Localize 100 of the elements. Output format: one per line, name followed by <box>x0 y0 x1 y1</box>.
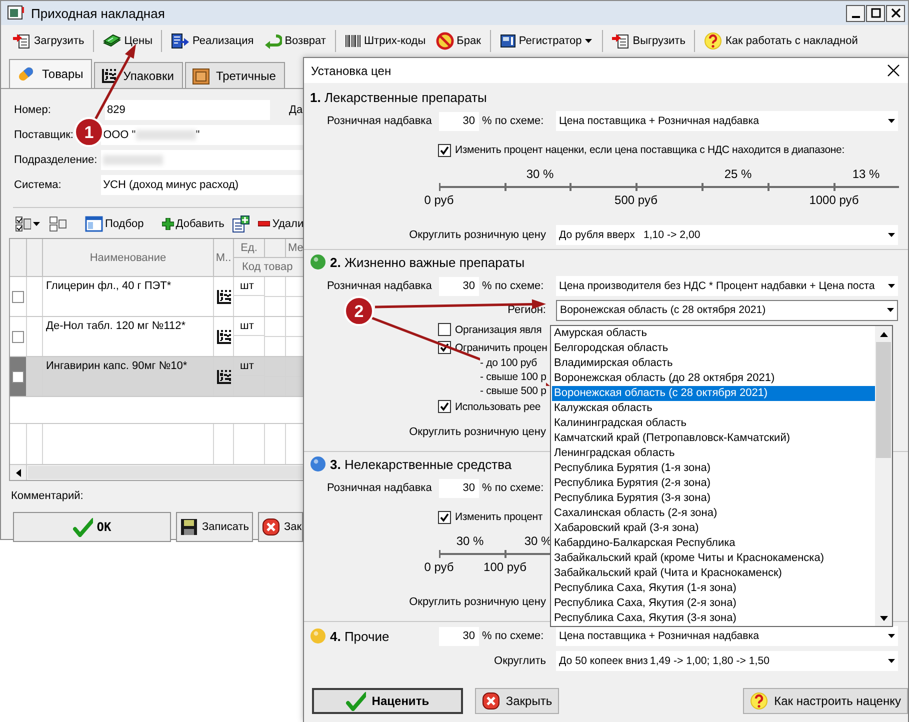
price-label: 100 руб <box>484 560 526 574</box>
list-item[interactable]: Калужская область <box>552 401 875 416</box>
toolbar-button[interactable]: Добавить <box>160 218 226 230</box>
list-item[interactable]: Республика Бурятия (3-я зона) <box>552 491 875 506</box>
column-header: Наименование <box>43 239 214 277</box>
list-item[interactable]: Хабаровский край (3-я зона) <box>552 521 875 536</box>
input-field[interactable]: ООО " " <box>101 124 304 144</box>
toolbar-button[interactable]: Брак <box>432 29 485 53</box>
field-label: % по схеме: <box>482 280 545 292</box>
checkbox[interactable] <box>438 323 451 336</box>
markup-field[interactable]: 30 <box>439 112 479 130</box>
barcode-icon <box>344 33 361 49</box>
input-field[interactable]: 829 <box>105 100 270 120</box>
list-item[interactable]: Камчатский край (Петропавловск-Камчатский) <box>552 431 875 446</box>
list-item[interactable]: Ленинградская область <box>552 446 875 461</box>
list-item[interactable]: Сахалинская область (2-я зона) <box>552 506 875 521</box>
limit-text: - свыше 500 р <box>480 384 546 398</box>
list-item[interactable]: Калининградская область <box>552 416 875 431</box>
tab[interactable]: Упаковки <box>94 62 183 88</box>
input-field[interactable] <box>101 150 304 170</box>
tab[interactable]: Третичные <box>184 62 285 88</box>
field-label: Регион: <box>508 304 546 316</box>
scroll-thumb[interactable] <box>28 466 304 479</box>
field-label: % по схеме: <box>482 482 545 494</box>
field-label: % по схеме: <box>482 115 545 127</box>
toolbar-button[interactable]: Выгрузить <box>608 29 690 53</box>
markup-field[interactable]: 30 <box>439 626 479 646</box>
region-select[interactable]: Воронежская область (с 28 октября 2021) <box>556 300 898 320</box>
scheme-select[interactable]: Цена производителя без НДС * Процент надбавки + Цена поста <box>556 276 898 296</box>
banknotes-icon <box>103 33 122 49</box>
table-row[interactable]: Ингавирин капс. 90мг №10* шт <box>10 357 304 397</box>
list-item[interactable]: Республика Саха, Якутия (2-я зона) <box>552 596 875 611</box>
column-header: М.. <box>214 239 234 277</box>
close-button[interactable]: Закрыть <box>474 688 560 714</box>
list-item[interactable]: Воронежская область (с 28 октября 2021) <box>552 386 875 401</box>
field-label: Округлить розничную цену <box>409 596 546 608</box>
tab[interactable]: Товары <box>9 59 92 88</box>
list-item[interactable]: Республика Саха, Якутия (1-я зона) <box>552 581 875 596</box>
list-item[interactable]: Кабардино-Балкарская Республика <box>552 536 875 551</box>
annotation-badge: 2 <box>344 296 374 326</box>
list-item[interactable]: Забайкальский край (кроме Читы и Краснокаменска) <box>552 551 875 566</box>
toolbar-button[interactable]: Подбор <box>83 216 146 232</box>
apply-button[interactable]: Наценить <box>312 688 463 714</box>
checkbox[interactable] <box>438 510 451 524</box>
toolbar-button[interactable]: Реализация <box>167 29 258 53</box>
close-button[interactable]: Зак <box>258 512 303 542</box>
section-heading: 4. Прочие <box>330 628 390 644</box>
checkbox[interactable] <box>438 400 451 413</box>
toolbar-button[interactable]: Как работать с накладной <box>700 29 862 53</box>
checkbox-label: Использовать рее <box>455 400 541 412</box>
datamatrix-icon <box>216 288 232 304</box>
toolbar-button[interactable]: Регистратор <box>496 29 597 53</box>
save-button[interactable]: Записать <box>176 512 253 542</box>
rounding-select[interactable]: До рубля вверх 1,10 -> 2,00 <box>556 225 898 245</box>
scheme-select[interactable]: Цена поставщика + Розничная надбавка <box>556 626 898 646</box>
close-icon[interactable] <box>887 64 900 77</box>
help-button[interactable]: Как настроить наценку <box>743 688 908 714</box>
dropdown-menu[interactable] <box>550 325 893 627</box>
scroll-down-icon[interactable] <box>880 616 888 620</box>
list-item[interactable]: Амурская область <box>552 326 875 341</box>
columns-button[interactable] <box>47 216 69 232</box>
table-cell: шт <box>234 317 264 336</box>
checkbox[interactable] <box>12 290 24 302</box>
prohibited-icon <box>436 32 454 50</box>
checkmark-icon <box>440 402 449 411</box>
list-item[interactable]: Республика Бурятия (2-я зона) <box>552 476 875 491</box>
checkmark-icon <box>440 343 449 352</box>
maximize-button[interactable] <box>866 4 885 22</box>
input-field[interactable]: УСН (доход минус расход) <box>101 174 304 194</box>
toolbar-button[interactable]: Штрих-коды <box>340 29 430 53</box>
list-item[interactable]: Владимирская область <box>552 356 875 371</box>
copy-button[interactable] <box>230 215 252 233</box>
checkbox[interactable] <box>12 330 24 342</box>
list-item[interactable]: Воронежская область (до 28 октября 2021) <box>552 371 875 386</box>
column-header <box>265 239 286 258</box>
list-item[interactable]: Республика Саха, Якутия (3-я зона) <box>552 611 875 626</box>
ok-button[interactable]: OK <box>13 512 171 542</box>
list-item[interactable]: Республика Бурятия (1-я зона) <box>552 461 875 476</box>
scroll-thumb[interactable] <box>876 342 891 458</box>
list-item[interactable]: Забайкальский край (Чита и Краснокаменск) <box>552 566 875 581</box>
markup-field[interactable]: 30 <box>439 478 479 498</box>
toolbar-button[interactable]: Загрузить <box>9 29 88 53</box>
section-heading: 1. Лекарственные препараты <box>310 90 487 104</box>
rounding-select[interactable]: До 50 копеек вниз 1,49 -> 1,00; 1,80 -> 1,50 <box>556 651 898 671</box>
checkbox[interactable] <box>438 144 451 156</box>
scheme-select[interactable]: Цена поставщика + Розничная надбавка <box>556 111 898 131</box>
field-label: Подразделение: <box>14 154 98 166</box>
section-heading: 2. Жизненно важные препараты <box>330 254 525 270</box>
minimize-button[interactable] <box>846 4 865 22</box>
toolbar-button[interactable]: Возврат <box>260 29 330 53</box>
scroll-up-icon[interactable] <box>880 332 888 336</box>
section-heading: 3. Нелекарственные средства <box>330 456 512 472</box>
select-menu-button[interactable] <box>13 216 43 232</box>
scroll-left-icon[interactable] <box>16 468 20 476</box>
list-item[interactable]: Белгородская область <box>552 341 875 356</box>
datamatrix-icon <box>216 368 232 384</box>
markup-field[interactable]: 30 <box>439 276 479 296</box>
close-button[interactable] <box>886 4 905 22</box>
checkbox[interactable] <box>12 370 24 382</box>
toolbar-button[interactable]: Удали <box>256 218 306 230</box>
